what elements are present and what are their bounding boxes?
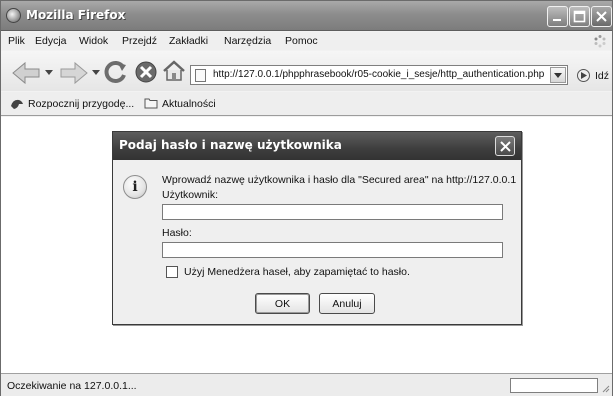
browser-window: Mozilla Firefox Plik Edycja Widok Przejd… bbox=[0, 0, 613, 396]
menu-plik[interactable]: Plik bbox=[8, 35, 25, 47]
dialog-title: Podaj hasło i nazwę użytkownika bbox=[119, 138, 342, 152]
close-window-button[interactable] bbox=[591, 6, 612, 27]
password-field[interactable] bbox=[162, 242, 503, 258]
back-icon[interactable] bbox=[9, 59, 43, 87]
reload-icon[interactable] bbox=[103, 59, 129, 85]
menu-pomoc[interactable]: Pomoc bbox=[285, 35, 318, 47]
dialog-title-bar: Podaj hasło i nazwę użytkownika bbox=[113, 132, 521, 160]
chevron-down-icon bbox=[554, 73, 562, 78]
status-text: Oczekiwanie na 127.0.0.1... bbox=[7, 380, 137, 392]
menu-bar: Plik Edycja Widok Przejdź Zakładki Narzę… bbox=[1, 32, 612, 50]
back-dropdown-icon[interactable] bbox=[45, 70, 53, 76]
folder-icon bbox=[144, 98, 158, 109]
go-icon[interactable] bbox=[577, 69, 590, 82]
ok-button[interactable]: OK bbox=[255, 293, 310, 314]
bookmark-feed-icon bbox=[11, 99, 23, 109]
url-history-dropdown[interactable] bbox=[550, 67, 566, 83]
forward-icon[interactable] bbox=[57, 59, 91, 87]
maximize-button[interactable] bbox=[569, 6, 590, 27]
title-bar: Mozilla Firefox bbox=[1, 1, 612, 31]
throbber-icon bbox=[594, 35, 606, 48]
url-text[interactable]: http://127.0.0.1/phpphrasebook/r05-cooki… bbox=[213, 69, 544, 80]
bookmarks-toolbar: Rozpocznij przygodę... Aktualności bbox=[1, 92, 612, 116]
cancel-button[interactable]: Anuluj bbox=[319, 293, 375, 314]
go-button[interactable]: Idź bbox=[595, 70, 609, 82]
menu-zakladki[interactable]: Zakładki bbox=[169, 35, 208, 47]
minimize-button[interactable] bbox=[547, 6, 568, 27]
window-title: Mozilla Firefox bbox=[26, 8, 126, 22]
status-bar: Oczekiwanie na 127.0.0.1... bbox=[1, 373, 612, 396]
dialog-message: Wprowadź nazwę użytkownika i hasło dla "… bbox=[162, 174, 517, 186]
username-field[interactable] bbox=[162, 204, 503, 220]
maximize-icon bbox=[573, 10, 586, 23]
remember-password-label[interactable]: Użyj Menedżera haseł, aby zapamiętać to … bbox=[184, 266, 410, 278]
minimize-icon bbox=[553, 19, 561, 21]
menu-edycja[interactable]: Edycja bbox=[35, 35, 67, 47]
info-icon: i bbox=[123, 175, 147, 199]
bookmark-aktualnosci[interactable]: Aktualności bbox=[162, 98, 216, 110]
navigation-toolbar: http://127.0.0.1/phpphrasebook/r05-cooki… bbox=[1, 51, 612, 91]
stop-icon[interactable] bbox=[134, 60, 158, 84]
forward-dropdown-icon[interactable] bbox=[92, 70, 100, 76]
firefox-icon bbox=[6, 8, 21, 23]
home-icon[interactable] bbox=[162, 59, 186, 83]
menu-narzedzia[interactable]: Narzędzia bbox=[224, 35, 271, 47]
password-label: Hasło: bbox=[162, 227, 192, 239]
remember-password-checkbox[interactable] bbox=[166, 266, 178, 278]
menu-przejdz[interactable]: Przejdź bbox=[122, 35, 157, 47]
username-label: Użytkownik: bbox=[162, 189, 219, 201]
menu-widok[interactable]: Widok bbox=[79, 35, 108, 47]
auth-dialog: Podaj hasło i nazwę użytkownika i Wprowa… bbox=[112, 131, 522, 325]
url-bar[interactable]: http://127.0.0.1/phpphrasebook/r05-cooki… bbox=[190, 65, 568, 85]
progress-meter bbox=[510, 378, 598, 393]
resize-grip-icon[interactable] bbox=[601, 384, 610, 393]
close-icon bbox=[596, 11, 607, 22]
bookmark-rozpocznij[interactable]: Rozpocznij przygodę... bbox=[28, 98, 134, 110]
close-icon bbox=[500, 141, 511, 152]
page-icon bbox=[195, 69, 206, 82]
dialog-close-button[interactable] bbox=[495, 136, 515, 156]
